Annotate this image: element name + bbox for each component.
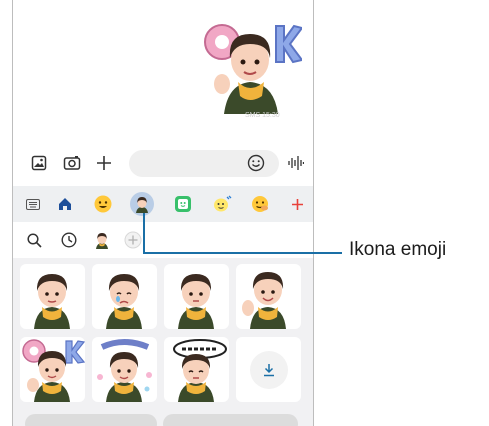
message-input-row (13, 145, 313, 181)
search-icon[interactable] (25, 231, 43, 249)
received-sticker-ok[interactable] (198, 12, 304, 114)
download-sticker-tile[interactable] (236, 337, 301, 402)
sticker-tile[interactable] (164, 264, 229, 329)
sticker-tile[interactable] (92, 264, 157, 329)
callout-line-horizontal (143, 252, 342, 254)
message-timestamp: SMS 15:30 (245, 112, 280, 119)
sticker-tile[interactable] (20, 337, 85, 402)
bottom-pill-button[interactable] (25, 414, 157, 426)
sticker-tile[interactable] (164, 337, 229, 402)
sticker-tile[interactable] (236, 264, 301, 329)
voice-wave-icon[interactable] (288, 154, 305, 172)
bottom-pill-button[interactable] (163, 414, 298, 426)
emoji-category-bar (13, 186, 313, 222)
avatar-pack-icon[interactable] (93, 231, 111, 249)
phone-screen: SMS 15:30 (12, 0, 314, 426)
add-category-icon[interactable] (285, 192, 309, 216)
download-icon[interactable] (249, 350, 288, 389)
bitmoji-icon[interactable] (210, 192, 234, 216)
sticker-icon[interactable] (171, 192, 195, 216)
animated-emoji-icon[interactable] (248, 192, 272, 216)
sticker-grid (13, 258, 313, 426)
callout-label: Ikona emoji (349, 239, 447, 260)
chat-area: SMS 15:30 (13, 0, 313, 140)
keyboard-icon[interactable] (21, 192, 45, 216)
add-avatar-icon[interactable] (124, 231, 142, 249)
callout-line-vertical (143, 213, 145, 253)
gallery-icon[interactable] (30, 154, 48, 172)
sticker-tile[interactable] (92, 337, 157, 402)
emoji-face-icon[interactable] (91, 192, 115, 216)
smiley-icon[interactable] (247, 154, 265, 172)
clock-icon[interactable] (60, 231, 78, 249)
ar-emoji-icon[interactable] (130, 192, 154, 216)
plus-icon[interactable] (95, 154, 113, 172)
sticker-tile[interactable] (20, 264, 85, 329)
camera-icon[interactable] (63, 154, 81, 172)
home-icon[interactable] (53, 192, 77, 216)
